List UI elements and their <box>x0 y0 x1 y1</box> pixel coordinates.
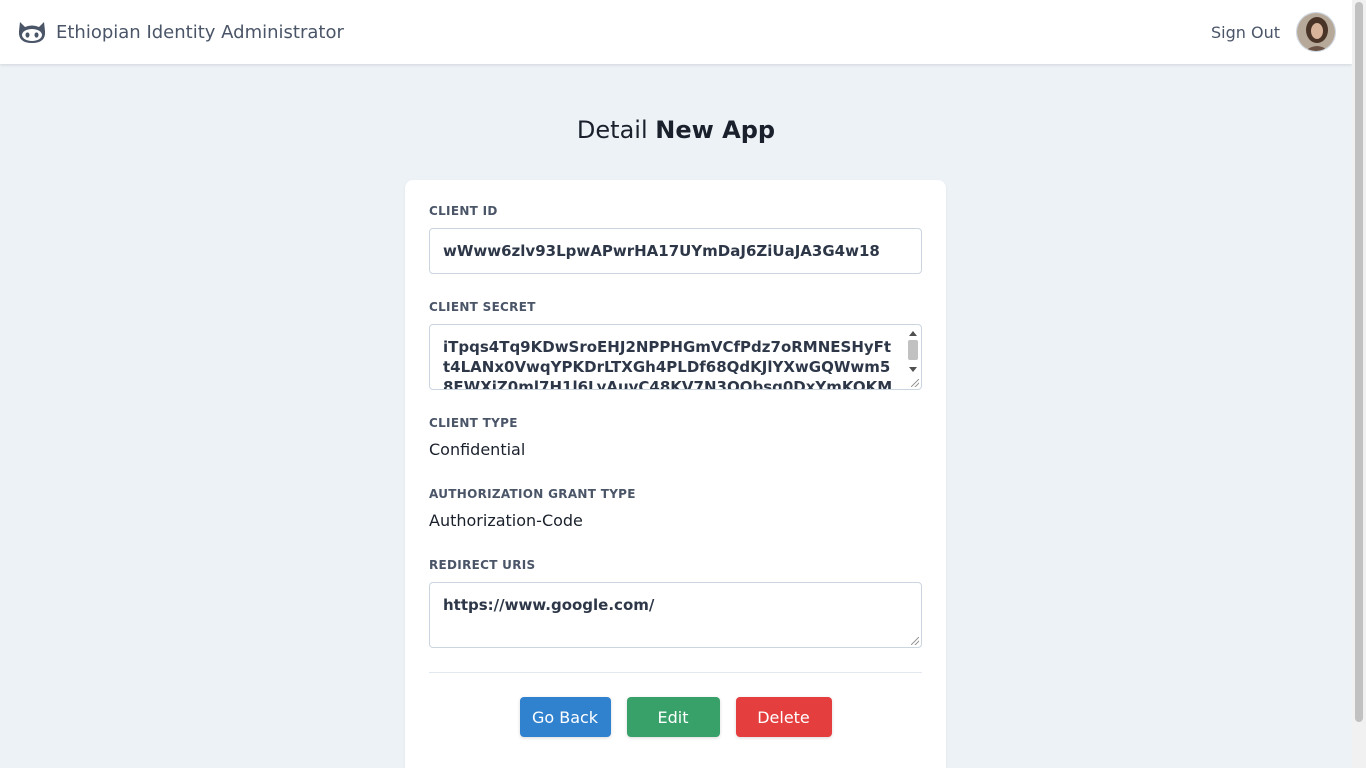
scroll-thumb[interactable] <box>908 340 918 360</box>
delete-button[interactable]: Delete <box>735 697 832 737</box>
grant-type-value: Authorization-Code <box>429 511 583 530</box>
scroll-down-icon[interactable] <box>909 367 917 372</box>
sign-out-link[interactable]: Sign Out <box>1211 23 1280 42</box>
client-type-label: CLIENT TYPE <box>429 416 518 430</box>
resize-grip-icon[interactable] <box>911 637 919 645</box>
brand-title: Ethiopian Identity Administrator <box>56 21 344 43</box>
scroll-up-icon[interactable] <box>909 331 917 336</box>
page-title-app-name: New App <box>655 116 776 144</box>
client-secret-field[interactable]: iTpqs4Tq9KDwSroEHJ2NPPHGmVCfPdz7oRMNESHy… <box>429 324 922 390</box>
page: Ethiopian Identity Administrator Sign Ou… <box>0 0 1352 768</box>
page-scrollbar-thumb[interactable] <box>1355 2 1363 722</box>
resize-grip-icon[interactable] <box>911 379 919 387</box>
action-buttons: Go Back Edit Delete <box>429 697 922 737</box>
redirect-uris-value: https://www.google.com/ <box>443 596 655 614</box>
page-scrollbar[interactable] <box>1352 0 1366 768</box>
redirect-uris-label: REDIRECT URIS <box>429 558 536 572</box>
client-id-field[interactable]: wWww6zlv93LpwAPwrHA17UYmDaJ6ZiUaJA3G4w18 <box>429 228 922 274</box>
page-title-prefix: Detail <box>576 116 648 144</box>
avatar[interactable] <box>1296 12 1336 52</box>
client-type-value: Confidential <box>429 440 526 459</box>
top-navbar: Ethiopian Identity Administrator Sign Ou… <box>0 0 1352 64</box>
divider <box>429 672 922 673</box>
nav-right: Sign Out <box>1211 12 1336 52</box>
client-secret-value: iTpqs4Tq9KDwSroEHJ2NPPHGmVCfPdz7oRMNESHy… <box>443 338 893 390</box>
client-id-label: CLIENT ID <box>429 204 498 218</box>
redirect-uris-field[interactable]: https://www.google.com/ <box>429 582 922 648</box>
grant-type-label: AUTHORIZATION GRANT TYPE <box>429 487 636 501</box>
brand[interactable]: Ethiopian Identity Administrator <box>16 16 344 48</box>
go-back-button[interactable]: Go Back <box>519 697 611 737</box>
github-octocat-icon <box>16 16 48 48</box>
client-secret-label: CLIENT SECRET <box>429 300 536 314</box>
page-title: Detail New App <box>0 114 1352 146</box>
edit-button[interactable]: Edit <box>626 697 720 737</box>
app-detail-card: CLIENT ID wWww6zlv93LpwAPwrHA17UYmDaJ6Zi… <box>405 180 946 768</box>
